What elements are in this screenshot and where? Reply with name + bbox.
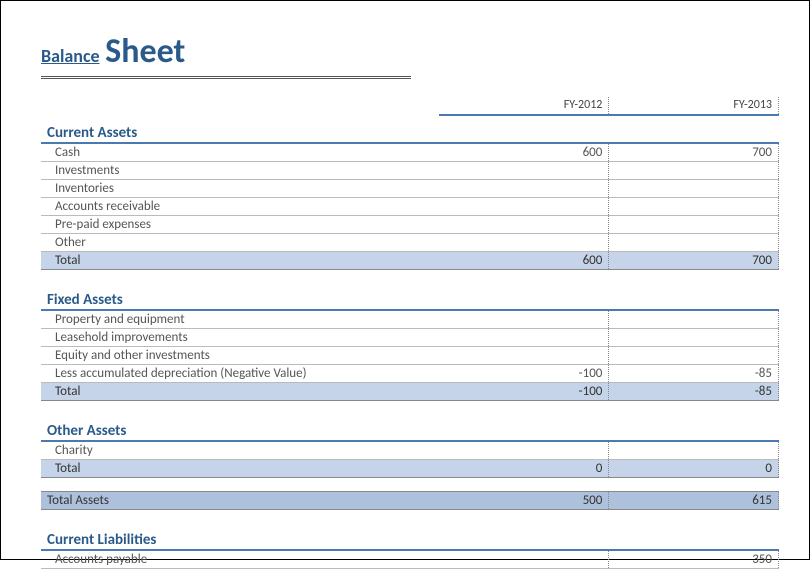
section-total: Total00: [41, 459, 779, 477]
table-row: Charity: [41, 441, 779, 459]
table-row: Pre-paid expenses: [41, 215, 779, 233]
table-row: Cash600700: [41, 143, 779, 161]
column-headers: FY-2012 FY-2013: [41, 97, 779, 115]
section-total: Total600700: [41, 251, 779, 269]
col-fy2013: FY-2013: [609, 97, 779, 115]
table-row: Property and equipment: [41, 310, 779, 328]
title-part1: Balance: [41, 45, 100, 67]
section-current-assets: Current Assets: [41, 115, 779, 143]
col-fy2012: FY-2012: [439, 97, 609, 115]
section-other-assets: Other Assets: [41, 414, 779, 441]
table-row: Accounts receivable: [41, 197, 779, 215]
table-row: Other: [41, 233, 779, 251]
table-row: Equity and other investments: [41, 346, 779, 364]
table-row: Less accumulated depreciation (Negative …: [41, 364, 779, 382]
title-part2: Sheet: [105, 31, 185, 72]
table-row: Accounts payable350: [41, 550, 779, 568]
table-row: Leasehold improvements: [41, 328, 779, 346]
balance-sheet-table: FY-2012 FY-2013 Current Assets Cash60070…: [41, 97, 779, 569]
section-total: Total-100-85: [41, 382, 779, 400]
section-fixed-assets: Fixed Assets: [41, 283, 779, 310]
table-row: Inventories: [41, 179, 779, 197]
table-row: Investments: [41, 161, 779, 179]
section-current-liabilities: Current Liabilities: [41, 523, 779, 550]
title-rule: [41, 76, 411, 79]
page-title: Balance Sheet: [41, 31, 779, 72]
total-assets-row: Total Assets500615: [41, 491, 779, 509]
